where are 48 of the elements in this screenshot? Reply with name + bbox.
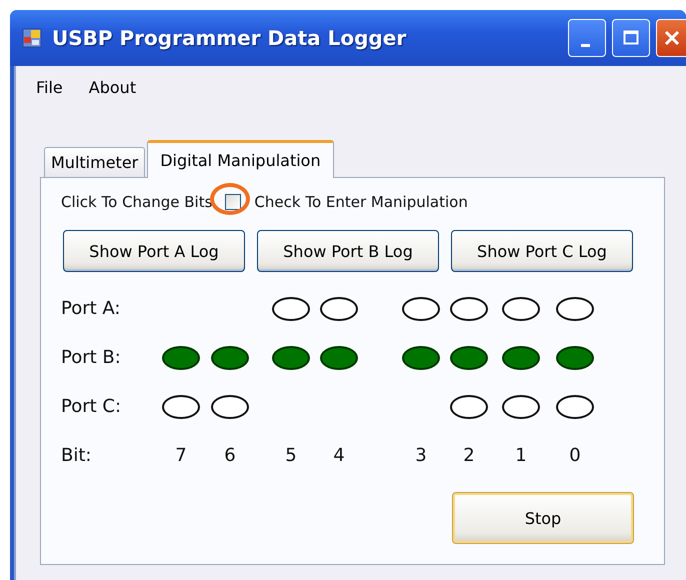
bit-led[interactable] <box>502 394 540 418</box>
port-label: Port B: <box>61 347 121 368</box>
bit-number: 7 <box>174 445 188 466</box>
close-button[interactable] <box>656 19 686 57</box>
bit-led[interactable] <box>502 346 540 370</box>
manipulation-checkbox[interactable] <box>225 194 242 210</box>
manipulation-label: Click To Change Bits <box>61 193 212 211</box>
bit-led[interactable] <box>556 296 594 320</box>
bit-number: 5 <box>284 445 298 466</box>
bit-led[interactable] <box>450 346 488 370</box>
bit-led[interactable] <box>450 296 488 320</box>
bit-number: 4 <box>332 445 346 466</box>
menu-item[interactable]: About <box>88 78 136 104</box>
bit-number: 3 <box>414 445 428 466</box>
bit-number: 6 <box>223 445 237 466</box>
bit-led[interactable] <box>450 394 488 418</box>
bit-led[interactable] <box>556 346 594 370</box>
bit-number: 2 <box>462 445 476 466</box>
bit-led[interactable] <box>272 296 310 320</box>
tab[interactable]: Multimeter <box>44 147 146 177</box>
bit-led[interactable] <box>162 394 200 418</box>
checkbox-label: Check To Enter Manipulation <box>254 193 468 211</box>
port-label: Port C: <box>61 396 122 417</box>
port-label: Port A: <box>61 298 120 319</box>
bit-led[interactable] <box>402 296 440 320</box>
maximize-button[interactable] <box>612 19 650 57</box>
minimize-button[interactable] <box>568 19 606 57</box>
show-log-button[interactable]: Show Port A Log <box>63 230 245 272</box>
bit-led[interactable] <box>162 346 200 370</box>
bit-led[interactable] <box>320 296 358 320</box>
show-log-button[interactable]: Show Port B Log <box>257 230 439 272</box>
menu-item[interactable]: File <box>36 78 63 104</box>
bit-label: Bit: <box>61 445 92 466</box>
bit-led[interactable] <box>502 296 540 320</box>
bit-led[interactable] <box>320 346 358 370</box>
show-log-button[interactable]: Show Port C Log <box>451 230 633 272</box>
bit-led[interactable] <box>556 394 594 418</box>
bit-number: 0 <box>568 445 582 466</box>
bit-led[interactable] <box>211 346 249 370</box>
minimize-icon <box>580 44 590 46</box>
tab[interactable]: Digital Manipulation <box>147 140 334 178</box>
app-icon <box>22 28 42 48</box>
bit-number: 1 <box>514 445 528 466</box>
stop-button[interactable]: Stop <box>452 492 634 544</box>
bit-led[interactable] <box>211 394 249 418</box>
bit-led[interactable] <box>402 346 440 370</box>
window-title: USBP Programmer Data Logger <box>52 26 408 50</box>
bit-led[interactable] <box>272 346 310 370</box>
